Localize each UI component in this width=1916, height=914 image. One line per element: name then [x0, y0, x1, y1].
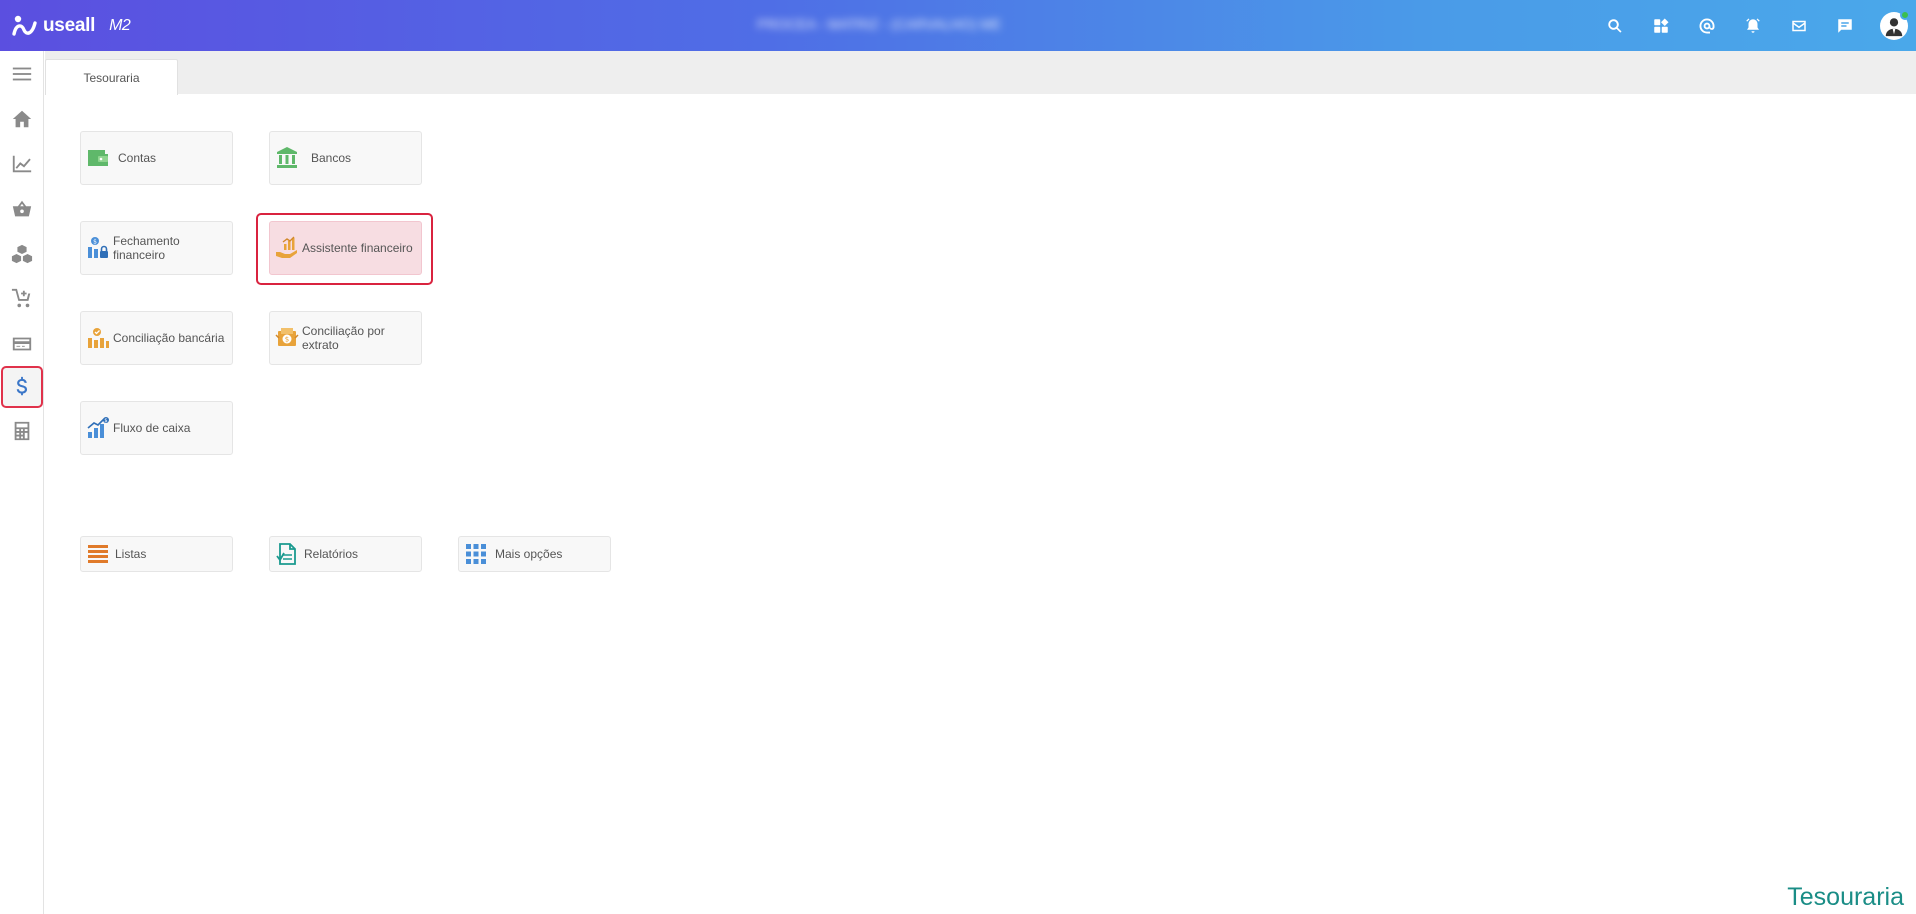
mail-button[interactable] [1776, 0, 1822, 51]
tile-relatorios[interactable]: Relatórios [269, 536, 422, 572]
dollar-sign-icon [16, 376, 28, 396]
at-sign-icon [1699, 18, 1715, 33]
search-button[interactable] [1592, 0, 1638, 51]
tile-fluxo-caixa[interactable]: $ Fluxo de caixa [80, 401, 233, 455]
sidebar-item-accounting[interactable] [0, 408, 44, 453]
list-icon [86, 542, 110, 566]
brand-version: M2 [109, 16, 131, 34]
line-chart-icon [12, 155, 32, 172]
tile-label: Bancos [311, 151, 352, 165]
svg-text:$: $ [93, 239, 97, 246]
tile-mais-opcoes[interactable]: Mais opções [458, 536, 611, 572]
mention-button[interactable] [1684, 0, 1730, 51]
tile-label: Mais opções [495, 547, 563, 561]
logo[interactable]: useall M2 [12, 0, 131, 51]
sidebar-item-treasury[interactable] [1, 366, 43, 408]
shopping-basket-icon [12, 200, 32, 216]
tab-strip: Tesouraria [45, 51, 1916, 95]
svg-text:$: $ [104, 418, 107, 424]
statement-reconciliation-icon: $ [275, 326, 299, 350]
tile-label: Fechamento financeiro [113, 234, 180, 262]
sidebar-item-home[interactable] [0, 96, 44, 141]
bank-icon [275, 146, 299, 170]
alarm-bell-icon [1746, 18, 1760, 33]
grid-apps-icon [464, 542, 488, 566]
sidebar-item-dashboard[interactable] [0, 141, 44, 186]
tile-fechamento-financeiro[interactable]: $ Fechamento financeiro [80, 221, 233, 275]
tile-label: Assistente financeiro [302, 241, 413, 255]
boxes-icon [11, 244, 33, 263]
hamburger-menu-icon [12, 67, 32, 80]
svg-text:$: $ [285, 336, 289, 344]
sidebar [0, 51, 44, 914]
top-bar: useall M2 PROCEA - MATRIZ - (CARVALHO) M… [0, 0, 1916, 51]
financial-closing-icon: $ [86, 236, 110, 260]
module-title: Tesouraria [1787, 883, 1904, 911]
chat-icon [1838, 18, 1852, 33]
tile-conciliacao-extrato[interactable]: $ Conciliação por extrato [269, 311, 422, 365]
tile-contas[interactable]: Contas [80, 131, 233, 185]
online-status-dot [1900, 9, 1910, 20]
user-avatar[interactable] [1880, 9, 1910, 40]
sidebar-item-purchases[interactable] [0, 276, 44, 321]
tile-assistente-financeiro[interactable]: Assistente financeiro [269, 221, 422, 275]
tile-conciliacao-bancaria[interactable]: Conciliação bancária [80, 311, 233, 365]
sidebar-item-inventory[interactable] [0, 231, 44, 276]
wallet-icon [86, 146, 110, 170]
top-icons [1592, 0, 1916, 51]
chat-button[interactable] [1822, 0, 1868, 51]
home-icon [12, 110, 32, 127]
menu-toggle-button[interactable] [0, 51, 44, 96]
mail-icon [1792, 20, 1806, 31]
tile-label: Relatórios [304, 547, 359, 561]
tile-label: Contas [118, 151, 157, 165]
tile-label: Conciliação bancária [113, 331, 225, 345]
sidebar-item-billing[interactable] [0, 321, 44, 366]
tile-label: Conciliação por extrato [302, 324, 385, 352]
tile-bancos[interactable]: Bancos [269, 131, 422, 185]
cash-flow-icon: $ [86, 416, 110, 440]
bank-reconciliation-icon [86, 326, 110, 350]
credit-card-icon [12, 337, 32, 350]
tile-listas[interactable]: Listas [80, 536, 233, 572]
tile-label: Listas [115, 547, 147, 561]
alerts-button[interactable] [1730, 0, 1776, 51]
search-icon [1608, 18, 1622, 33]
tab-tesouraria[interactable]: Tesouraria [45, 59, 178, 95]
cart-plus-icon [11, 288, 31, 307]
financial-assistant-icon [275, 236, 299, 260]
widgets-icon [1654, 18, 1669, 33]
brand-name: useall [43, 14, 96, 36]
calculator-icon [14, 421, 30, 440]
widgets-button[interactable] [1638, 0, 1684, 51]
tile-label: Fluxo de caixa [113, 421, 191, 435]
window-title: PROCEA - MATRIZ - (CARVALHO) ME [757, 16, 1002, 32]
useall-logo-icon [12, 15, 37, 36]
report-icon [275, 542, 299, 566]
sidebar-item-sales[interactable] [0, 186, 44, 231]
